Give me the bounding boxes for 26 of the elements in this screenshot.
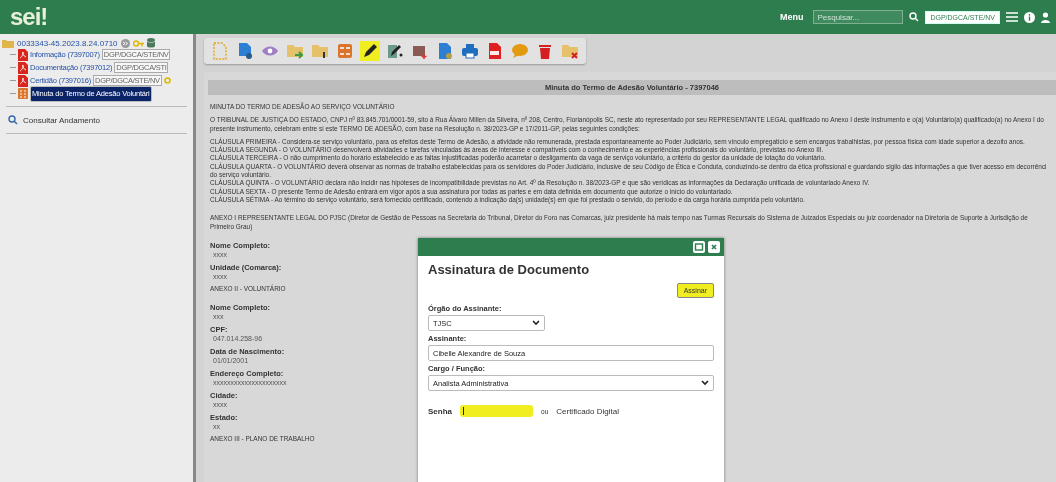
maximize-icon[interactable] xyxy=(693,241,705,253)
logo[interactable]: sei! xyxy=(10,3,48,31)
user-icon[interactable] xyxy=(1041,11,1050,23)
close-icon[interactable] xyxy=(708,241,720,253)
folder-icon xyxy=(2,38,14,48)
pdf-file-icon xyxy=(18,61,28,74)
password-field[interactable] xyxy=(460,405,533,417)
forward-icon[interactable] xyxy=(120,38,130,48)
password-label: Senha xyxy=(428,406,452,416)
menu-icon[interactable] xyxy=(1006,12,1018,22)
form-icon xyxy=(18,88,28,99)
process-number[interactable]: 0033343-45.2023.8.24.0710 xyxy=(17,38,118,48)
database-icon[interactable] xyxy=(146,38,155,48)
search-icon xyxy=(8,115,18,125)
toolbar-button[interactable] xyxy=(360,41,380,61)
sidebar-link[interactable]: Consultar Andamento xyxy=(23,115,100,125)
search-icon[interactable] xyxy=(909,12,920,22)
menu-link[interactable]: Menu xyxy=(779,12,804,22)
pdf-file-icon xyxy=(18,74,28,87)
dialog-title: Assinatura de Documento xyxy=(428,262,591,277)
chevron-icon xyxy=(532,320,540,326)
search-field[interactable]: Pesquisar... xyxy=(813,10,904,24)
chevron-icon xyxy=(701,380,709,386)
info-icon[interactable] xyxy=(1024,11,1035,23)
pdf-file-icon xyxy=(18,48,28,61)
certificate-option[interactable]: Certificado Digital xyxy=(556,406,619,416)
